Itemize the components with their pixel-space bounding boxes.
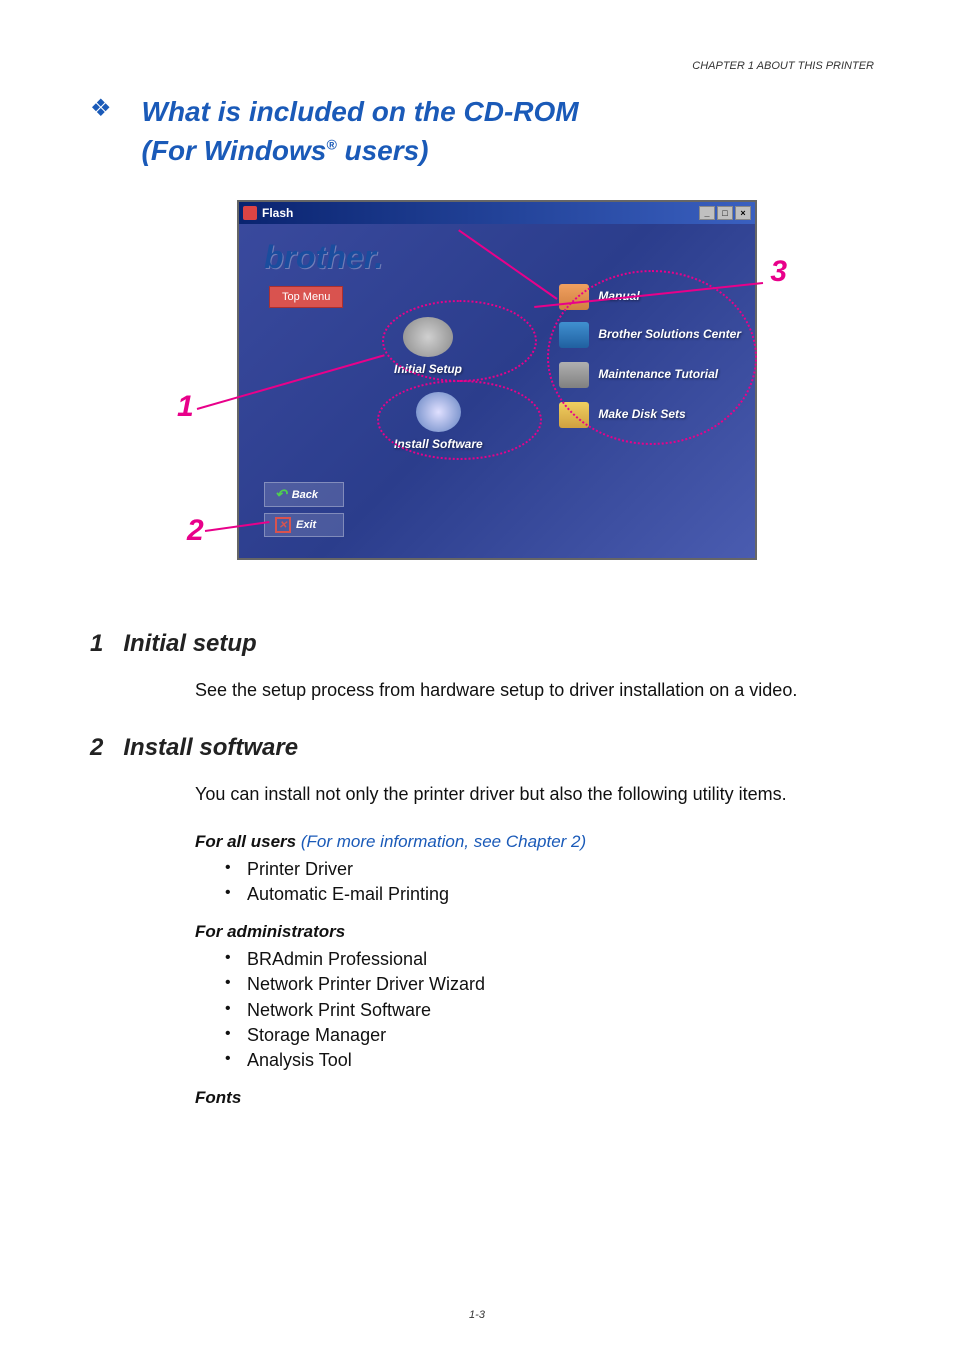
fonts-heading: Fonts <box>195 1088 874 1108</box>
back-button[interactable]: ↶ Back <box>264 482 344 507</box>
list-item: Printer Driver <box>225 857 874 882</box>
for-all-users-link-post: ) <box>581 832 587 851</box>
title-line2-pre: (For Windows <box>142 135 327 166</box>
title-line1: What is included on the CD-ROM <box>142 96 579 127</box>
for-all-users-heading: For all users (For more information, see… <box>195 832 874 852</box>
callout-oval-3 <box>547 270 757 445</box>
exit-icon: ✕ <box>275 517 291 533</box>
callout-oval-1b <box>377 380 542 460</box>
for-all-users-link-pre: ( <box>296 832 306 851</box>
callout-oval-1a <box>382 300 537 382</box>
exit-button[interactable]: ✕ Exit <box>264 513 344 537</box>
window-titlebar: Flash _ □ × <box>239 202 755 224</box>
section-2-number: 2 <box>90 734 103 761</box>
list-item: Network Printer Driver Wizard <box>225 972 874 997</box>
for-administrators-list: BRAdmin Professional Network Printer Dri… <box>225 947 874 1073</box>
section-2-body: You can install not only the printer dri… <box>195 782 874 807</box>
main-title-container: ❖ What is included on the CD-ROM (For Wi… <box>90 92 874 170</box>
page-footer: 1-3 <box>0 1309 954 1321</box>
section-1-heading: 1 Initial setup <box>90 630 874 658</box>
section-2-heading: 2 Install software <box>90 734 874 762</box>
callout-number-1: 1 <box>177 390 194 424</box>
for-administrators-heading: For administrators <box>195 922 874 942</box>
diamond-bullet-icon: ❖ <box>90 94 112 123</box>
for-all-users-label: For all users <box>195 832 296 851</box>
chapter-2-link[interactable]: For more information, see Chapter 2 <box>307 832 581 851</box>
close-button[interactable]: × <box>735 206 751 220</box>
list-item: BRAdmin Professional <box>225 947 874 972</box>
list-item: Automatic E-mail Printing <box>225 882 874 907</box>
section-1-title: Initial setup <box>123 630 256 657</box>
back-label: Back <box>292 489 318 501</box>
section-1-body: See the setup process from hardware setu… <box>195 678 874 703</box>
section-2-title: Install software <box>123 734 298 761</box>
callout-number-2: 2 <box>187 514 204 548</box>
list-item: Storage Manager <box>225 1023 874 1048</box>
exit-label: Exit <box>296 519 316 531</box>
list-item: Network Print Software <box>225 998 874 1023</box>
screenshot-figure: Flash _ □ × brother. Top Menu Initial Se… <box>177 200 777 580</box>
fonts-label: Fonts <box>195 1088 241 1107</box>
callout-number-3: 3 <box>770 255 787 289</box>
for-all-users-list: Printer Driver Automatic E-mail Printing <box>225 857 874 907</box>
title-line2-post: users) <box>337 135 429 166</box>
window-title-text: Flash <box>262 206 293 220</box>
minimize-button[interactable]: _ <box>699 206 715 220</box>
flash-app-icon <box>243 206 257 220</box>
brother-logo: brother. <box>264 239 755 276</box>
titlebar-left: Flash <box>243 206 293 220</box>
list-item: Analysis Tool <box>225 1048 874 1073</box>
maximize-button[interactable]: □ <box>717 206 733 220</box>
window-controls: _ □ × <box>699 206 751 220</box>
back-arrow-icon: ↶ <box>275 486 287 503</box>
for-administrators-label: For administrators <box>195 922 345 941</box>
main-title: What is included on the CD-ROM (For Wind… <box>142 92 579 170</box>
section-1-number: 1 <box>90 630 103 657</box>
registered-mark: ® <box>326 137 336 153</box>
page-header: CHAPTER 1 ABOUT THIS PRINTER <box>80 60 874 72</box>
nav-buttons: ↶ Back ✕ Exit <box>264 482 344 543</box>
top-menu-button[interactable]: Top Menu <box>269 286 343 308</box>
